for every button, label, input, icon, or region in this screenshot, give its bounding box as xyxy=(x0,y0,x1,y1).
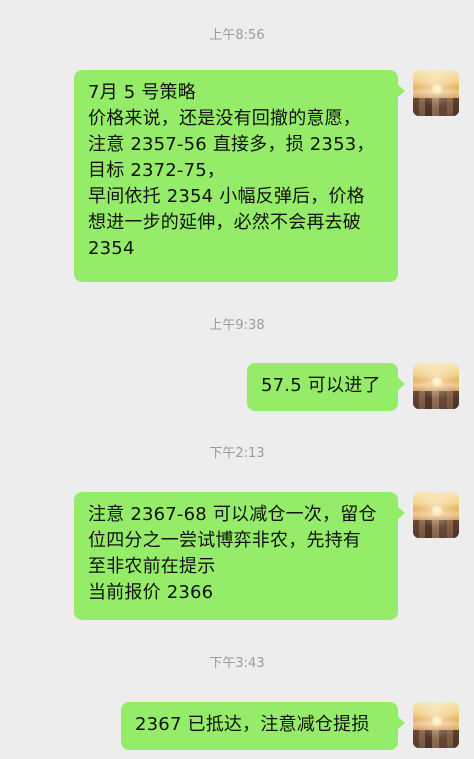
message-bubble[interactable]: 7月 5 号策略 价格来说，还是没有回撤的意愿， 注意 2357-56 直接多，… xyxy=(74,70,405,282)
timestamp: 下午3:43 xyxy=(209,656,265,671)
timestamp: 下午2:13 xyxy=(209,446,265,461)
timestamp: 上午8:56 xyxy=(209,28,265,43)
message-bubble[interactable]: 57.5 可以进了 xyxy=(247,363,405,411)
message-bubble[interactable]: 注意 2367-68 可以减仓一次，留仓 位四分之一尝试博弈非农，先持有 至非农… xyxy=(74,492,405,620)
message-bubble[interactable]: 2367 已抵达，注意减仓提损 xyxy=(121,702,405,750)
avatar[interactable] xyxy=(413,492,459,538)
avatar[interactable] xyxy=(413,363,459,409)
avatar[interactable] xyxy=(413,702,459,748)
timestamp: 上午9:38 xyxy=(209,318,265,333)
avatar[interactable] xyxy=(413,70,459,116)
